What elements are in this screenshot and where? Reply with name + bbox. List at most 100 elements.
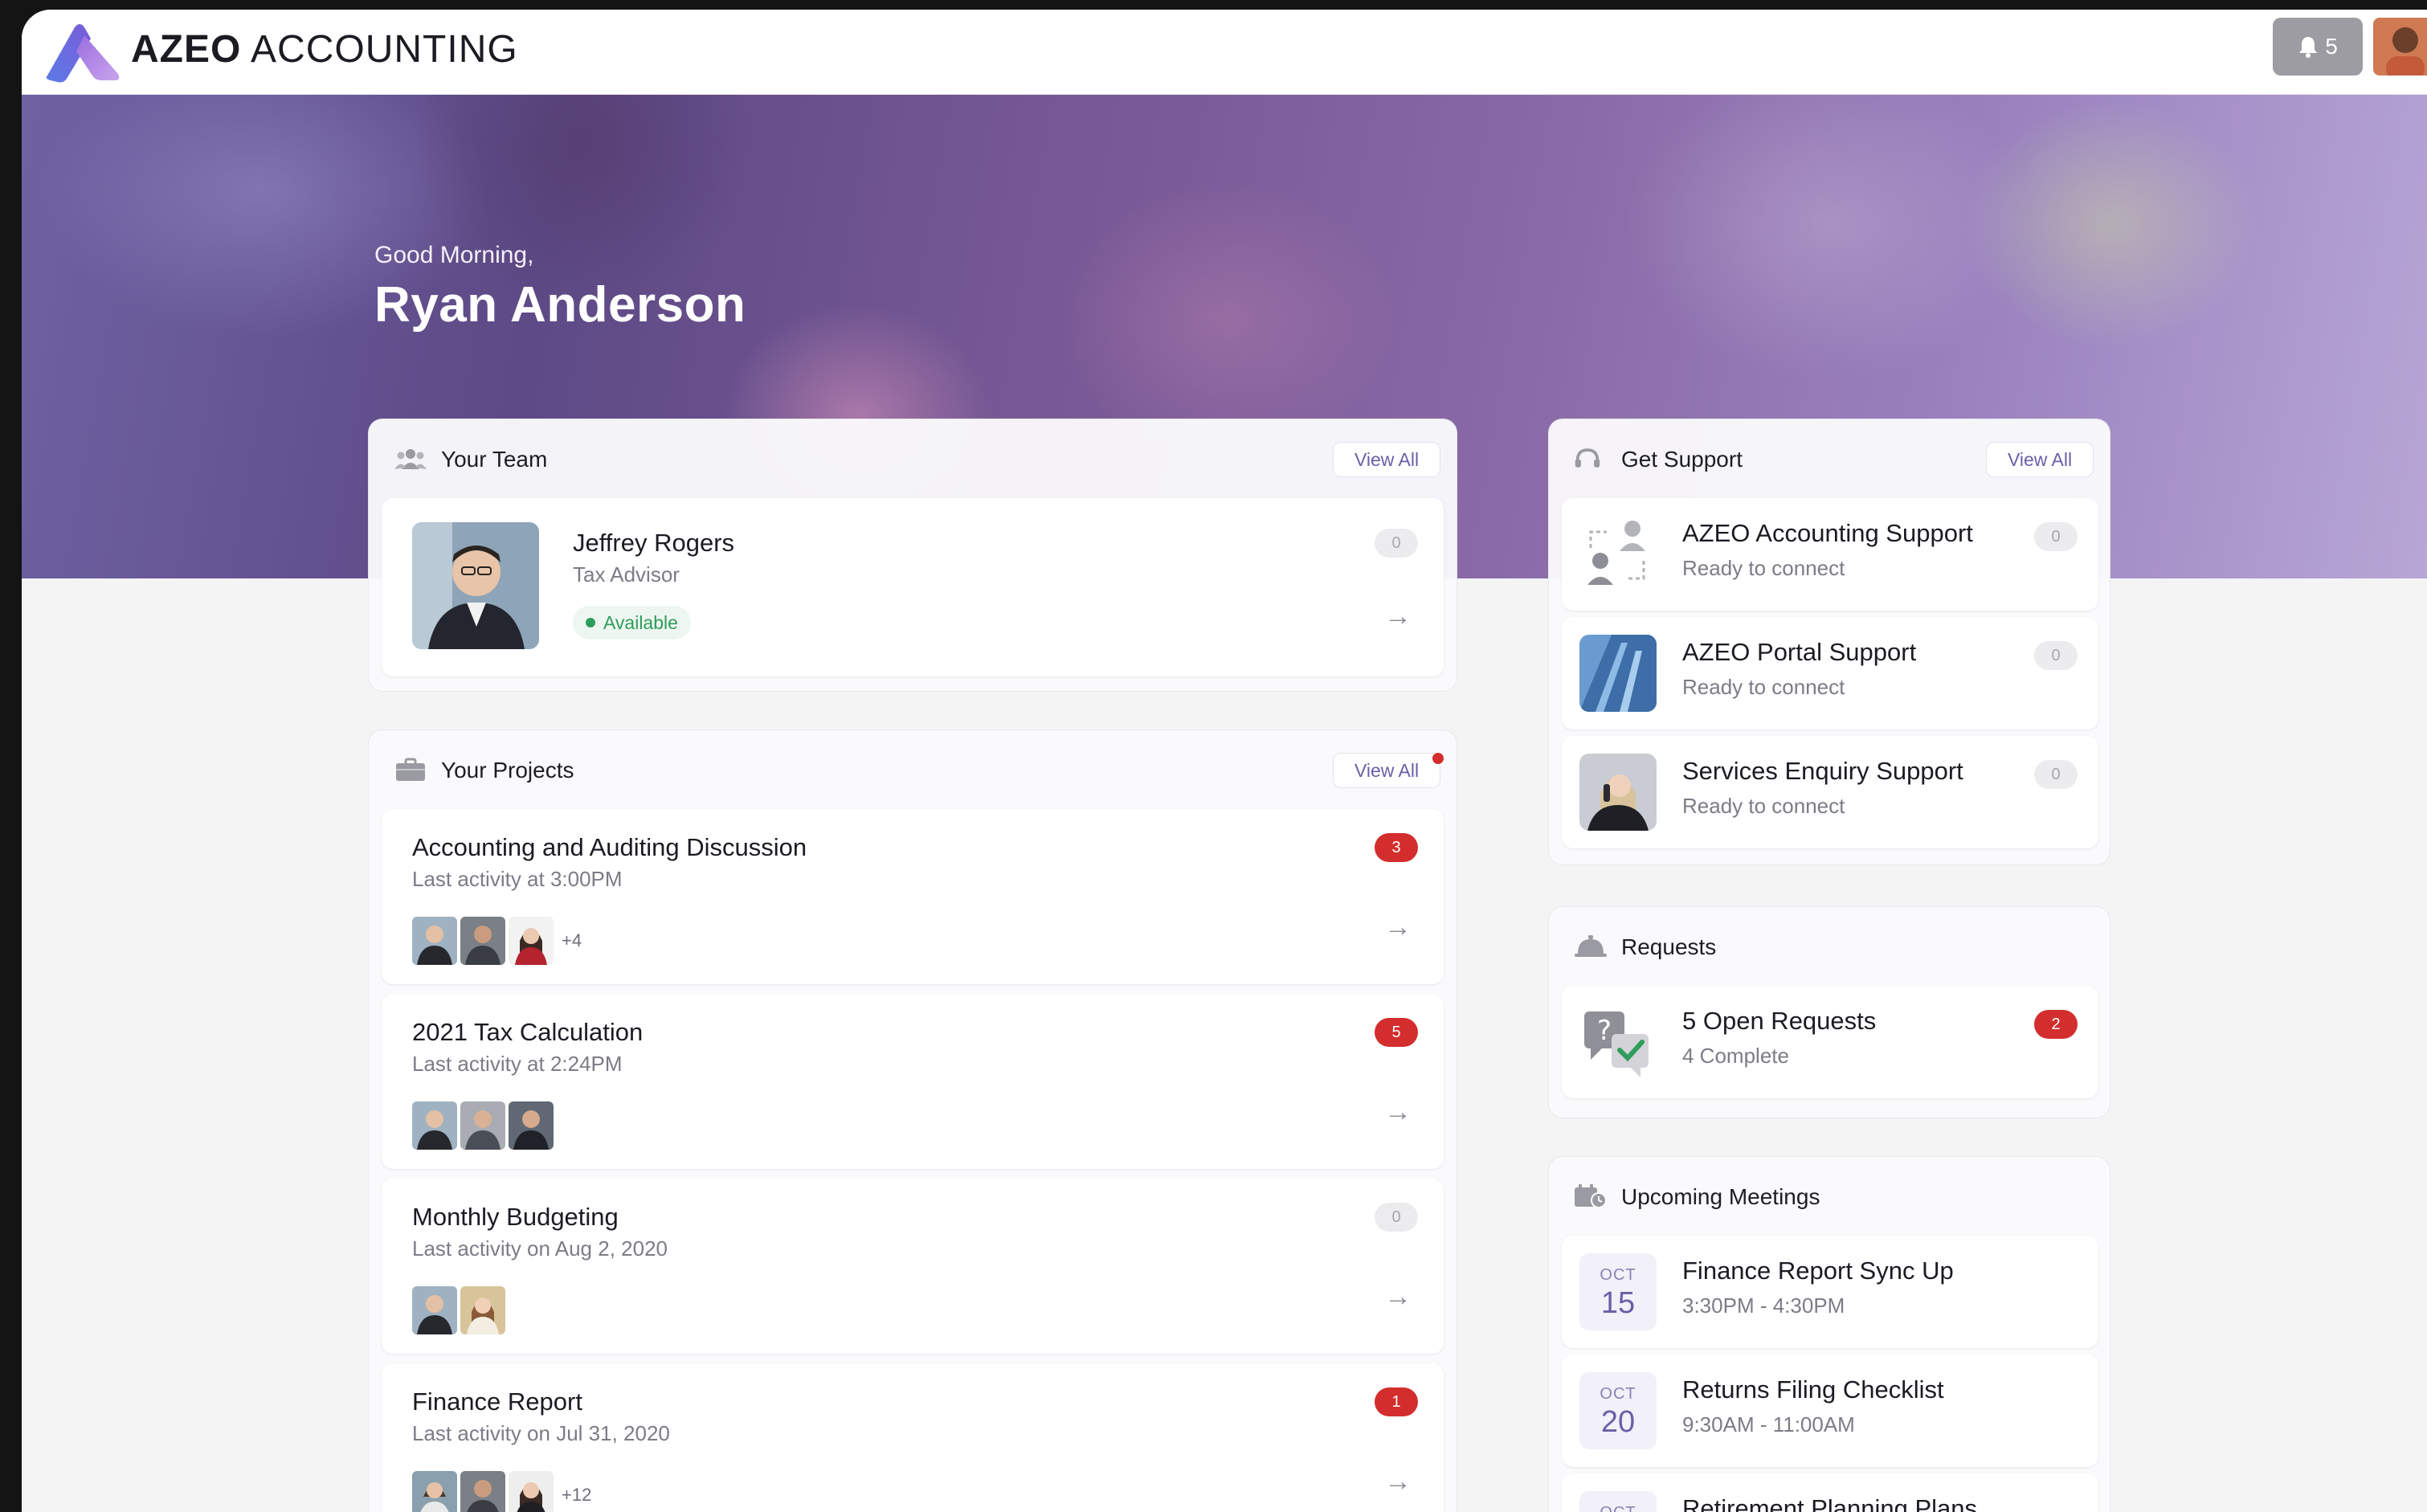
member-avatar <box>412 1101 457 1150</box>
calendar-clock-icon <box>1575 1184 1607 1208</box>
member-avatar <box>412 917 457 965</box>
your-projects-panel: Your Projects View All Accounting and Au… <box>368 729 1457 1512</box>
more-members-count: +12 <box>562 1485 592 1505</box>
your-team-title: Your Team <box>441 447 548 472</box>
meeting-time: 9:30AM - 11:00AM <box>1682 1412 1855 1436</box>
arrow-right-icon[interactable]: → <box>1384 1097 1412 1128</box>
user-avatar[interactable] <box>2373 18 2427 76</box>
your-team-panel: Your Team View All Jeffrey Rogers Tax Ad… <box>368 419 1457 692</box>
meeting-title: Returns Filing Checklist <box>1682 1375 1944 1404</box>
team-view-all-button[interactable]: View All <box>1333 442 1440 477</box>
meeting-month: OCT <box>1600 1385 1636 1403</box>
service-bell-icon <box>1575 935 1607 957</box>
meeting-date: OCT <box>1579 1491 1657 1512</box>
support-status: Ready to connect <box>1682 675 1845 699</box>
project-members: +12 <box>412 1471 591 1512</box>
support-status: Ready to connect <box>1682 794 1845 818</box>
project-activity: Last activity at 3:00PM <box>412 867 623 891</box>
notifications-button[interactable]: 5 <box>2273 18 2363 76</box>
member-avatar <box>460 1286 505 1334</box>
user-name: Ryan Anderson <box>374 277 746 333</box>
project-badge: 1 <box>1375 1387 1418 1416</box>
team-member-role: Tax Advisor <box>573 562 680 586</box>
status-dot-icon <box>586 618 595 627</box>
top-bar: AZEO ACCOUNTING 5 <box>22 10 2427 95</box>
member-avatar <box>509 1471 554 1512</box>
project-members <box>412 1101 554 1150</box>
project-badge: 0 <box>1375 1203 1418 1232</box>
requests-count-title: 5 Open Requests <box>1682 1007 1877 1035</box>
briefcase-icon <box>396 758 425 781</box>
arrow-right-icon[interactable]: → <box>1384 1466 1412 1498</box>
support-title: AZEO Accounting Support <box>1682 519 1973 547</box>
meeting-date: OCT 20 <box>1579 1372 1657 1449</box>
support-building-image <box>1579 635 1657 712</box>
meeting-date: OCT 15 <box>1579 1253 1657 1330</box>
user-avatar-image <box>2373 18 2427 76</box>
get-support-panel: Get Support View All AZEO Accounting Sup… <box>1548 419 2110 865</box>
project-card[interactable]: Accounting and Auditing Discussion Last … <box>382 809 1444 984</box>
project-badge: 3 <box>1375 833 1418 862</box>
requests-header: Requests <box>1549 907 2110 984</box>
brand-name: AZEO ACCOUNTING <box>131 27 518 72</box>
project-members: +4 <box>412 917 582 965</box>
availability-text: Available <box>603 611 678 633</box>
team-member-photo <box>412 522 539 649</box>
get-support-header: Get Support View All <box>1549 419 2110 497</box>
member-avatar <box>460 1101 505 1150</box>
notification-count: 5 <box>2325 34 2338 59</box>
support-card[interactable]: AZEO Accounting Support Ready to connect… <box>1562 498 2098 611</box>
projects-view-all-button[interactable]: View All <box>1333 753 1440 788</box>
project-title: Monthly Budgeting <box>412 1203 619 1231</box>
member-avatar <box>460 1471 505 1512</box>
team-member-card[interactable]: Jeffrey Rogers Tax Advisor Available 0 → <box>382 498 1444 676</box>
meeting-time: 3:30PM - 4:30PM <box>1682 1293 1845 1318</box>
member-avatar <box>509 917 554 965</box>
requests-title: Requests <box>1621 934 1717 959</box>
headset-icon <box>1575 448 1600 468</box>
support-status: Ready to connect <box>1682 556 1845 580</box>
project-card[interactable]: Finance Report Last activity on Jul 31, … <box>382 1363 1444 1512</box>
arrow-right-icon[interactable]: → <box>1384 601 1412 632</box>
azeo-logo-icon <box>46 24 120 83</box>
your-projects-title: Your Projects <box>441 758 574 783</box>
team-member-badge: 0 <box>1375 529 1418 558</box>
support-title: AZEO Portal Support <box>1682 638 1917 666</box>
meetings-title: Upcoming Meetings <box>1621 1184 1820 1209</box>
meetings-header: Upcoming Meetings <box>1549 1157 2110 1234</box>
meeting-card[interactable]: OCT 20 Returns Filing Checklist 9:30AM -… <box>1562 1355 2098 1467</box>
meeting-title: Finance Report Sync Up <box>1682 1257 1954 1285</box>
request-questions-icon: ? <box>1579 1003 1657 1081</box>
support-view-all-button[interactable]: View All <box>1986 442 2094 477</box>
project-title: 2021 Tax Calculation <box>412 1018 644 1046</box>
your-team-header: Your Team View All <box>369 419 1457 497</box>
member-avatar <box>509 1101 554 1150</box>
support-card[interactable]: Services Enquiry Support Ready to connec… <box>1562 736 2098 848</box>
project-card[interactable]: 2021 Tax Calculation Last activity at 2:… <box>382 994 1444 1169</box>
app-window: AZEO ACCOUNTING 5 Good Morning, Ryan And… <box>22 10 2427 1512</box>
member-avatar <box>412 1471 457 1512</box>
meeting-card[interactable]: OCT 15 Finance Report Sync Up 3:30PM - 4… <box>1562 1236 2098 1348</box>
meeting-title: Retirement Planning Plans <box>1682 1494 1978 1512</box>
support-badge: 0 <box>2034 760 2078 789</box>
arrow-right-icon[interactable]: → <box>1384 912 1412 943</box>
project-title: Finance Report <box>412 1387 582 1416</box>
requests-complete: 4 Complete <box>1682 1044 1789 1068</box>
member-avatar <box>460 917 505 965</box>
svg-text:?: ? <box>1597 1015 1612 1047</box>
more-members-count: +4 <box>562 930 582 950</box>
upcoming-meetings-panel: Upcoming Meetings OCT 15 Finance Report … <box>1548 1156 2110 1512</box>
greeting-text: Good Morning, <box>374 242 534 268</box>
project-activity: Last activity on Jul 31, 2020 <box>412 1421 670 1445</box>
support-card[interactable]: AZEO Portal Support Ready to connect 0 <box>1562 617 2098 729</box>
arrow-right-icon[interactable]: → <box>1384 1281 1412 1313</box>
project-card[interactable]: Monthly Budgeting Last activity on Aug 2… <box>382 1179 1444 1354</box>
requests-card[interactable]: ? 5 Open Requests 4 Complete 2 <box>1562 986 2098 1098</box>
unread-dot-icon <box>1432 753 1444 764</box>
team-icon <box>394 449 427 469</box>
meeting-card[interactable]: OCT Retirement Planning Plans <box>1562 1473 2098 1512</box>
requests-panel: Requests ? 5 Open Requests 4 Complete 2 <box>1548 906 2110 1118</box>
support-title: Services Enquiry Support <box>1682 757 1963 785</box>
requests-badge: 2 <box>2034 1010 2078 1039</box>
brand-bold: AZEO <box>131 28 242 71</box>
